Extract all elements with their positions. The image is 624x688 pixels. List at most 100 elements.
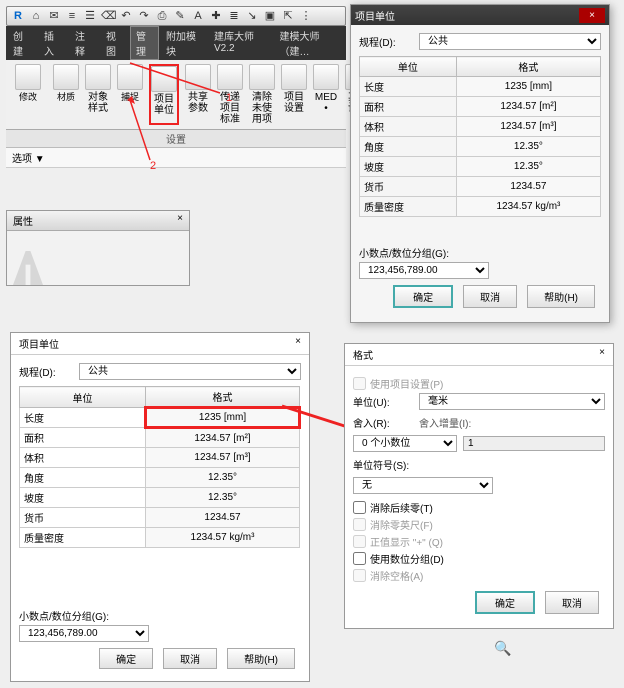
qat-icon[interactable]: ⋮ [299, 9, 313, 23]
qat-icon[interactable]: ⎙ [155, 9, 169, 23]
show-plus-checkbox [353, 535, 366, 548]
qat-icon[interactable]: ✎ [173, 9, 187, 23]
project-units-button[interactable]: 项目单位 [149, 64, 179, 125]
tab-view[interactable]: 视图 [99, 26, 130, 60]
group-select[interactable]: 123,456,789.00 [19, 625, 149, 642]
tab-modeler[interactable]: 建模大师（建… [273, 26, 347, 60]
ribbon-tabs: 创建 插入 注释 视图 管理 附加模块 建库大师V2.2 建模大师（建… [6, 26, 346, 60]
table-row[interactable]: 质量密度1234.57 kg/m³ [360, 197, 601, 217]
purge-button[interactable]: 清除未使用项 [249, 64, 275, 125]
shared-params-button[interactable]: 共享参数 [185, 64, 211, 125]
col-format: 格式 [146, 387, 300, 408]
ribbon-panel: 修改 材质 对象样式 捕捉 项目单位 共享参数 传递项目标准 清除未使用项 项目… [6, 60, 346, 130]
tab-create[interactable]: 创建 [6, 26, 37, 60]
table-row[interactable]: 坡度12.35° [20, 488, 300, 508]
modify-button[interactable]: 修改 [15, 64, 41, 125]
col-unit: 单位 [360, 57, 457, 77]
tab-annotate[interactable]: 注释 [68, 26, 99, 60]
dlg1-close-icon[interactable]: × [579, 8, 605, 23]
unit-select[interactable]: 毫米 [419, 393, 605, 410]
table-row[interactable]: 坡度12.35° [360, 157, 601, 177]
cancel-button[interactable]: 取消 [163, 648, 217, 669]
suppress-space-checkbox [353, 569, 366, 582]
close-icon[interactable]: × [599, 347, 605, 362]
table-row[interactable]: 面积1234.57 [m²] [20, 428, 300, 448]
table-row[interactable]: 质量密度1234.57 kg/m³ [20, 528, 300, 548]
quick-access-toolbar[interactable]: R ⌂ ✉ ≡ ☰ ⌫ ↶ ↷ ⎙ ✎ A ✚ ≣ ↘ ▣ ⇱ ⋮ [6, 6, 346, 26]
table-row[interactable]: 货币1234.57 [20, 508, 300, 528]
dlg1-title: 项目单位 [355, 8, 395, 23]
symbol-select[interactable]: 无 [353, 477, 493, 494]
table-row[interactable]: 体积1234.57 [m³] [20, 448, 300, 468]
qat-icon[interactable]: ✚ [209, 9, 223, 23]
cancel-button[interactable]: 取消 [463, 285, 517, 308]
symbol-label: 单位符号(S): [353, 457, 419, 472]
annot-2: 2 [150, 160, 156, 172]
table-row[interactable]: 长度1235 [mm] [20, 408, 300, 428]
filter-select[interactable]: 选项 ▼ [12, 150, 45, 165]
qat-icon[interactable]: ✉ [47, 9, 61, 23]
magnifier-icon: 🔍 [494, 640, 511, 657]
qat-icon[interactable]: ↷ [137, 9, 151, 23]
qat-icon[interactable]: ↶ [119, 9, 133, 23]
ok-button[interactable]: 确定 [393, 285, 453, 308]
discipline-select[interactable]: 公共 [419, 33, 601, 50]
properties-close-icon[interactable]: × [177, 213, 183, 228]
panel-name: 设置 [166, 135, 186, 146]
ok-button[interactable]: 确定 [99, 648, 153, 669]
round-label: 舍入(R): [353, 415, 419, 430]
dlg2-title: 项目单位 [19, 336, 59, 351]
table-row[interactable]: 体积1234.57 [m³] [360, 117, 601, 137]
help-button[interactable]: 帮助(H) [527, 285, 595, 308]
qat-icon[interactable]: ☰ [83, 9, 97, 23]
table-row[interactable]: 面积1234.57 [m²] [360, 97, 601, 117]
tab-insert[interactable]: 插入 [37, 26, 68, 60]
qat-icon[interactable]: ⌫ [101, 9, 115, 23]
format-dialog: 格式× 使用项目设置(P) 单位(U): 毫米 舍入(R): 舍入增量(I): … [344, 343, 614, 629]
round-select[interactable]: 0 个小数位 [353, 435, 457, 452]
project-units-dialog: 项目单位× 规程(D): 公共 单位格式 长度1235 [mm] 面积1234.… [10, 332, 310, 682]
qat-icon[interactable]: ⌂ [29, 9, 43, 23]
close-icon[interactable]: × [295, 336, 301, 351]
discipline-select[interactable]: 公共 [79, 363, 301, 380]
table-row[interactable]: 角度12.35° [360, 137, 601, 157]
object-styles-button[interactable]: 对象样式 [85, 64, 111, 125]
table-row[interactable]: 货币1234.57 [360, 177, 601, 197]
project-units-dialog-small: 项目单位 × 规程(D): 公共 单位格式 长度1235 [mm] 面积1234.… [350, 4, 610, 323]
properties-preview [7, 231, 189, 285]
use-project-checkbox [353, 377, 366, 390]
qat-icon[interactable]: A [191, 9, 205, 23]
help-button[interactable]: 帮助(H) [227, 648, 295, 669]
suppress-trailing-checkbox[interactable] [353, 501, 366, 514]
fmt-title: 格式 [353, 347, 373, 362]
units-table: 单位格式 长度1235 [mm] 面积1234.57 [m²] 体积1234.5… [359, 56, 601, 217]
proj-settings-button[interactable]: 项目设置 [281, 64, 307, 125]
digit-group-checkbox[interactable] [353, 552, 366, 565]
qat-icon[interactable]: ▣ [263, 9, 277, 23]
properties-title: 属性 [13, 213, 33, 228]
annot-1: 1 [226, 92, 232, 104]
materials-button[interactable]: 材质 [53, 64, 79, 125]
ok-button[interactable]: 确定 [475, 591, 535, 614]
qat-icon[interactable]: ≡ [65, 9, 79, 23]
discipline-label: 规程(D): [359, 34, 419, 49]
properties-panel: 属性 × [6, 210, 190, 286]
round-inc-input [463, 436, 605, 451]
table-row[interactable]: 角度12.35° [20, 468, 300, 488]
snaps-button[interactable]: 捕捉 [117, 64, 143, 125]
qat-icon[interactable]: ↘ [245, 9, 259, 23]
unit-label: 单位(U): [353, 394, 419, 409]
qat-icon[interactable]: ≣ [227, 9, 241, 23]
round-inc-label: 舍入增量(I): [419, 415, 605, 430]
group-select[interactable]: 123,456,789.00 [359, 262, 489, 279]
qat-icon[interactable]: ⇱ [281, 9, 295, 23]
table-row[interactable]: 长度1235 [mm] [360, 77, 601, 97]
tab-lib[interactable]: 建库大师V2.2 [207, 26, 273, 60]
med-button[interactable]: MED• [313, 64, 339, 125]
app-icon[interactable]: R [11, 9, 25, 23]
cancel-button[interactable]: 取消 [545, 591, 599, 614]
units-table: 单位格式 长度1235 [mm] 面积1234.57 [m²] 体积1234.5… [19, 386, 301, 548]
tab-manage[interactable]: 管理 [130, 26, 159, 60]
group-label: 小数点/数位分组(G): [359, 245, 601, 260]
tab-addins[interactable]: 附加模块 [159, 26, 207, 60]
